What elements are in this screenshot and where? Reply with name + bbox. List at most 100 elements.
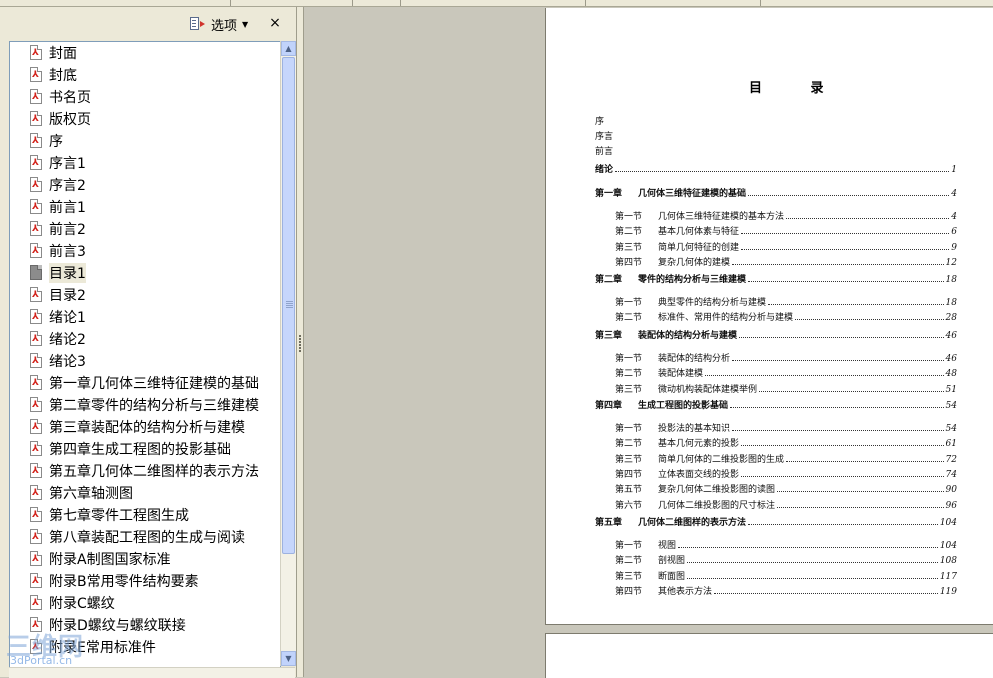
toc-section-title: 断面图 [658,572,686,582]
bookmark-item[interactable]: ⅄ 目录2 [10,284,280,306]
toc-page-number: 4 [951,189,957,199]
toc-chapter-number: 第五章 [595,518,623,528]
options-label: 选项 [211,18,238,34]
toc-section-number: 第二节 [615,227,643,237]
toc-chapter-row: 第三章 装配体的结构分析与建模 46 [595,328,957,341]
toc-leader [615,170,950,172]
bookmark-label: 封底 [49,68,77,84]
bookmark-item[interactable]: ⅄ 附录D螺纹与螺纹联接 [10,614,280,636]
scroll-up-button[interactable]: ▲ [281,41,296,56]
bookmark-item[interactable]: ⅄ 绪论3 [10,350,280,372]
pdf-bookmark-icon: ⅄ [29,199,43,215]
toc-page-number: 54 [945,424,957,434]
bookmark-label: 封面 [49,46,77,62]
horizontal-scrollbar[interactable] [9,667,295,678]
toc-section-number: 第一节 [615,424,643,434]
chevron-down-icon: ▼ [242,19,249,29]
toc-leader [768,303,944,305]
bookmark-item[interactable]: ⅄ 绪论1 [10,306,280,328]
bookmark-label: 绪论2 [49,332,86,348]
toc-section-title: 典型零件的结构分析与建模 [658,298,767,308]
pdf-bookmark-icon: ⅄ [29,309,43,325]
bookmark-item[interactable]: ⅄ 附录B常用零件结构要素 [10,570,280,592]
pdf-bookmark-icon: ⅄ [29,397,43,413]
scrollbar-thumb[interactable] [282,57,295,554]
bookmark-item[interactable]: ⅄ 附录A制图国家标准 [10,548,280,570]
bookmark-item[interactable]: ⅄ 封面 [10,42,280,64]
toc-chapter-title: 零件的结构分析与三维建模 [638,275,747,285]
toc-section-title: 几何体三维特征建模的基本方法 [658,212,785,222]
bookmark-item[interactable]: ⅄ 绪论2 [10,328,280,350]
toc-page-number: 46 [945,331,957,341]
toc-leader [714,592,938,594]
bookmark-label: 附录E常用标准件 [49,640,156,656]
toc-page-number: 61 [945,439,957,449]
toc-leader [741,232,950,234]
bookmark-label: 序言2 [49,178,86,194]
toc-section-number: 第四节 [615,470,643,480]
bookmark-item[interactable]: ⅄ 第七章零件工程图生成 [10,504,280,526]
bookmark-label: 第六章轴测图 [49,486,133,502]
toc-entry-title: 绪论 [595,165,614,175]
bookmark-item[interactable]: ⅄ 序言1 [10,152,280,174]
toc-leader [678,546,938,548]
bookmark-label: 目录2 [49,288,86,304]
bookmark-label: 第二章零件的结构分析与三维建模 [49,398,259,414]
vertical-scrollbar[interactable]: ▲ ▼ [280,41,296,666]
toc-page-number: 108 [939,556,957,566]
scroll-down-button[interactable]: ▼ [281,651,296,666]
bookmark-item[interactable]: ⅄ 封底 [10,64,280,86]
bookmark-label: 附录A制图国家标准 [49,552,171,568]
bookmark-label: 附录C螺纹 [49,596,115,612]
toc-page-number: 46 [945,354,957,364]
bookmark-item[interactable]: ⅄ 第一章几何体三维特征建模的基础 [10,372,280,394]
pdf-bookmark-icon: ⅄ [29,463,43,479]
bookmark-item[interactable]: ⅄ 第五章几何体二维图样的表示方法 [10,460,280,482]
toc-section-row: 第二节 剖视图 108 [615,553,957,566]
pdf-bookmark-icon: ⅄ [29,595,43,611]
bookmark-label: 附录D螺纹与螺纹联接 [49,618,186,634]
bookmark-item[interactable]: ⅄ 附录E常用标准件 [10,636,280,658]
bookmark-item[interactable]: ⅄ 书名页 [10,86,280,108]
close-panel-button[interactable]: × [268,15,282,31]
toc-page-number: 6 [951,227,957,237]
toc-section-title: 装配体建模 [658,369,704,379]
toc-page-number: 104 [939,541,957,551]
toc-section-row: 第二节 装配体建模 48 [615,366,957,379]
toc-leader [748,523,938,525]
bookmark-item[interactable]: ⅄ 前言2 [10,218,280,240]
toc-chapter-row: 第二章 零件的结构分析与三维建模 18 [595,272,957,285]
bookmark-item[interactable]: ⅄ 附录C螺纹 [10,592,280,614]
bookmark-item[interactable]: ⅄ 第二章零件的结构分析与三维建模 [10,394,280,416]
bookmark-item[interactable]: ⅄ 第三章装配体的结构分析与建模 [10,416,280,438]
toc-leader [741,248,950,250]
toc-section-row: 第二节 标准件、常用件的结构分析与建模 28 [615,310,957,323]
toc-page-number: 1 [951,165,957,175]
toc-section-row: 第一节 装配体的结构分析 46 [615,351,957,364]
bookmark-item[interactable]: ⅄ 前言1 [10,196,280,218]
bookmark-item[interactable]: ⅄ 序言2 [10,174,280,196]
toc-chapter-number: 第三章 [595,331,623,341]
pdf-bookmark-icon: ⅄ [29,551,43,567]
panel-splitter[interactable] [297,7,304,677]
toc-page-number: 119 [939,587,957,597]
bookmark-item[interactable]: ⅄ 序 [10,130,280,152]
toc-leader [759,390,944,392]
toc-section-title: 简单几何体的二维投影图的生成 [658,455,785,465]
bookmark-item[interactable]: ⅄ 第八章装配工程图的生成与阅读 [10,526,280,548]
current-page-icon: ⅄ [29,265,43,281]
pdf-bookmark-icon: ⅄ [29,331,43,347]
bookmark-item[interactable]: ⅄ 第六章轴测图 [10,482,280,504]
bookmark-item[interactable]: ⅄ 目录1 [10,262,280,284]
bookmark-label: 版权页 [49,112,91,128]
bookmark-item[interactable]: ⅄ 第四章生成工程图的投影基础 [10,438,280,460]
toc-leader [786,217,950,219]
bookmark-item[interactable]: ⅄ 前言3 [10,240,280,262]
options-button[interactable]: 选项 ▼ [190,15,249,34]
toc-section-row: 第六节 几何体二维投影图的尺寸标注 96 [615,498,957,511]
bookmark-item[interactable]: ⅄ 版权页 [10,108,280,130]
pdf-bookmark-icon: ⅄ [29,177,43,193]
toc-page-number: 96 [945,501,957,511]
toc-section-row: 第四节 其他表示方法 119 [615,584,957,597]
bookmark-list: ⅄封面⅄封底⅄书名页⅄版权页⅄序⅄序言1⅄序言2⅄前言1⅄前言2⅄前言3⅄目录1… [10,42,280,658]
